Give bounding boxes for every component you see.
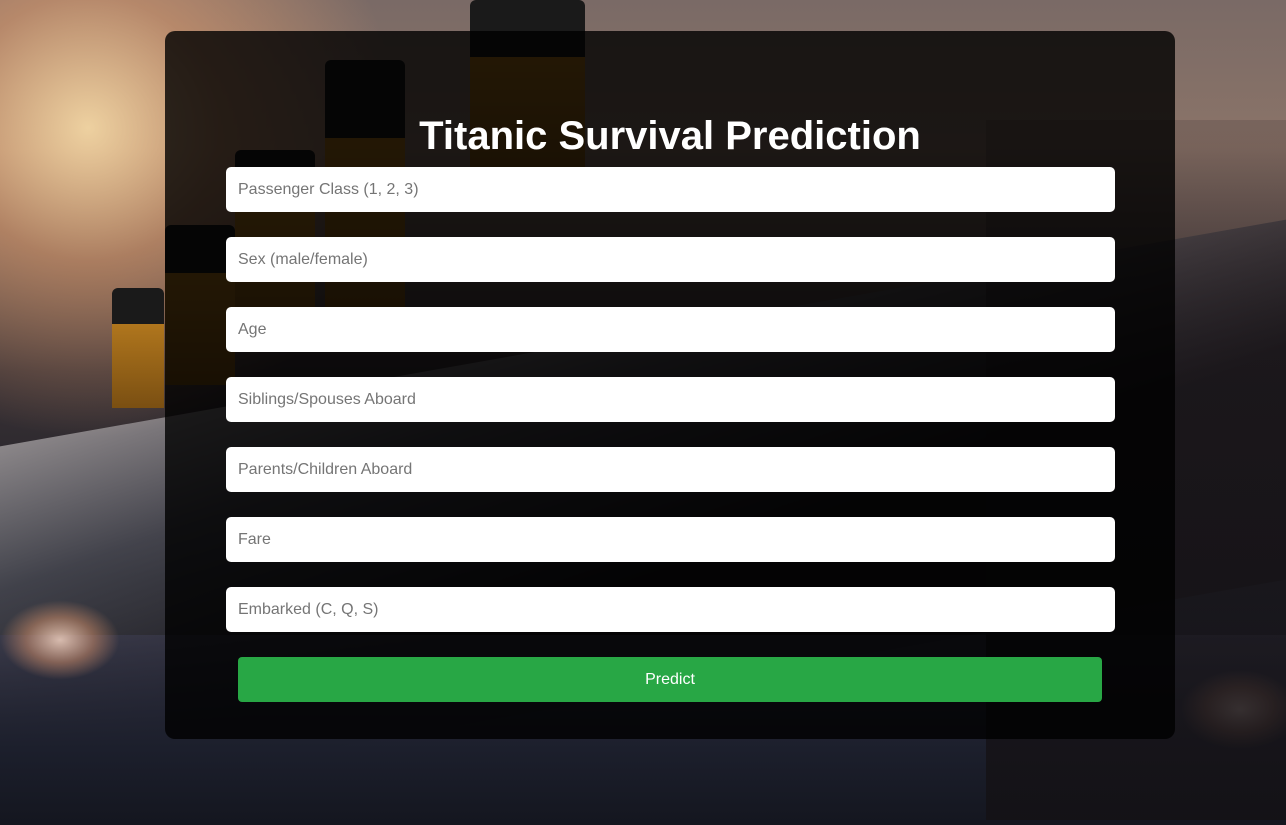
siblings-spouses-input[interactable]	[226, 377, 1115, 422]
ship-funnel	[112, 288, 164, 408]
parents-children-input[interactable]	[226, 447, 1115, 492]
page-title: Titanic Survival Prediction	[419, 114, 921, 158]
age-input[interactable]	[226, 307, 1115, 352]
embarked-input[interactable]	[226, 587, 1115, 632]
water-spray	[0, 600, 120, 680]
prediction-form-panel: Titanic Survival Prediction Predict	[165, 31, 1175, 739]
passenger-class-input[interactable]	[226, 167, 1115, 212]
predict-button[interactable]: Predict	[238, 657, 1102, 702]
water-spray	[1180, 670, 1286, 750]
fare-input[interactable]	[226, 517, 1115, 562]
sex-input[interactable]	[226, 237, 1115, 282]
